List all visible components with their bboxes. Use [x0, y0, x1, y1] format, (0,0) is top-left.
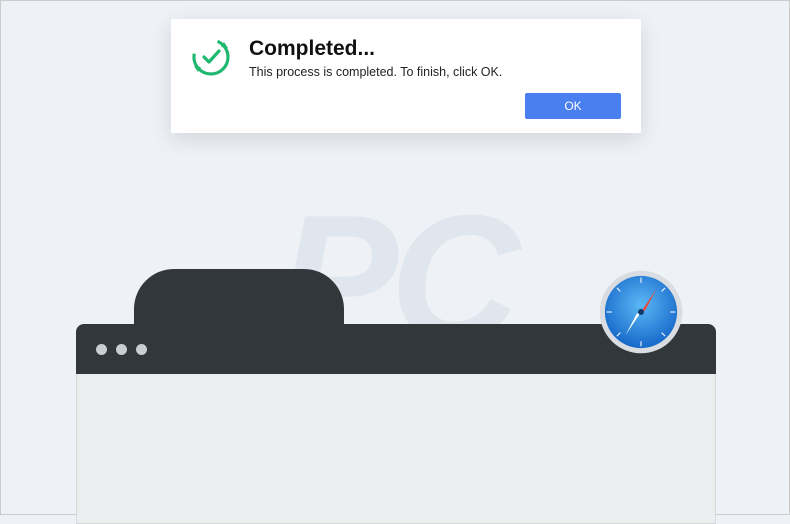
check-circle-refresh-icon: [191, 37, 231, 77]
traffic-light-dot: [116, 344, 127, 355]
completed-dialog: Completed... This process is completed. …: [171, 19, 641, 133]
dialog-text: Completed... This process is completed. …: [249, 37, 502, 79]
dialog-title: Completed...: [249, 37, 502, 61]
safari-compass-icon: [598, 269, 684, 355]
traffic-light-dot: [96, 344, 107, 355]
dialog-footer: OK: [191, 93, 621, 119]
traffic-light-dot: [136, 344, 147, 355]
ok-button[interactable]: OK: [525, 93, 621, 119]
dialog-body: Completed... This process is completed. …: [191, 37, 621, 79]
browser-content: [76, 374, 716, 524]
dialog-message: This process is completed. To finish, cl…: [249, 65, 502, 79]
